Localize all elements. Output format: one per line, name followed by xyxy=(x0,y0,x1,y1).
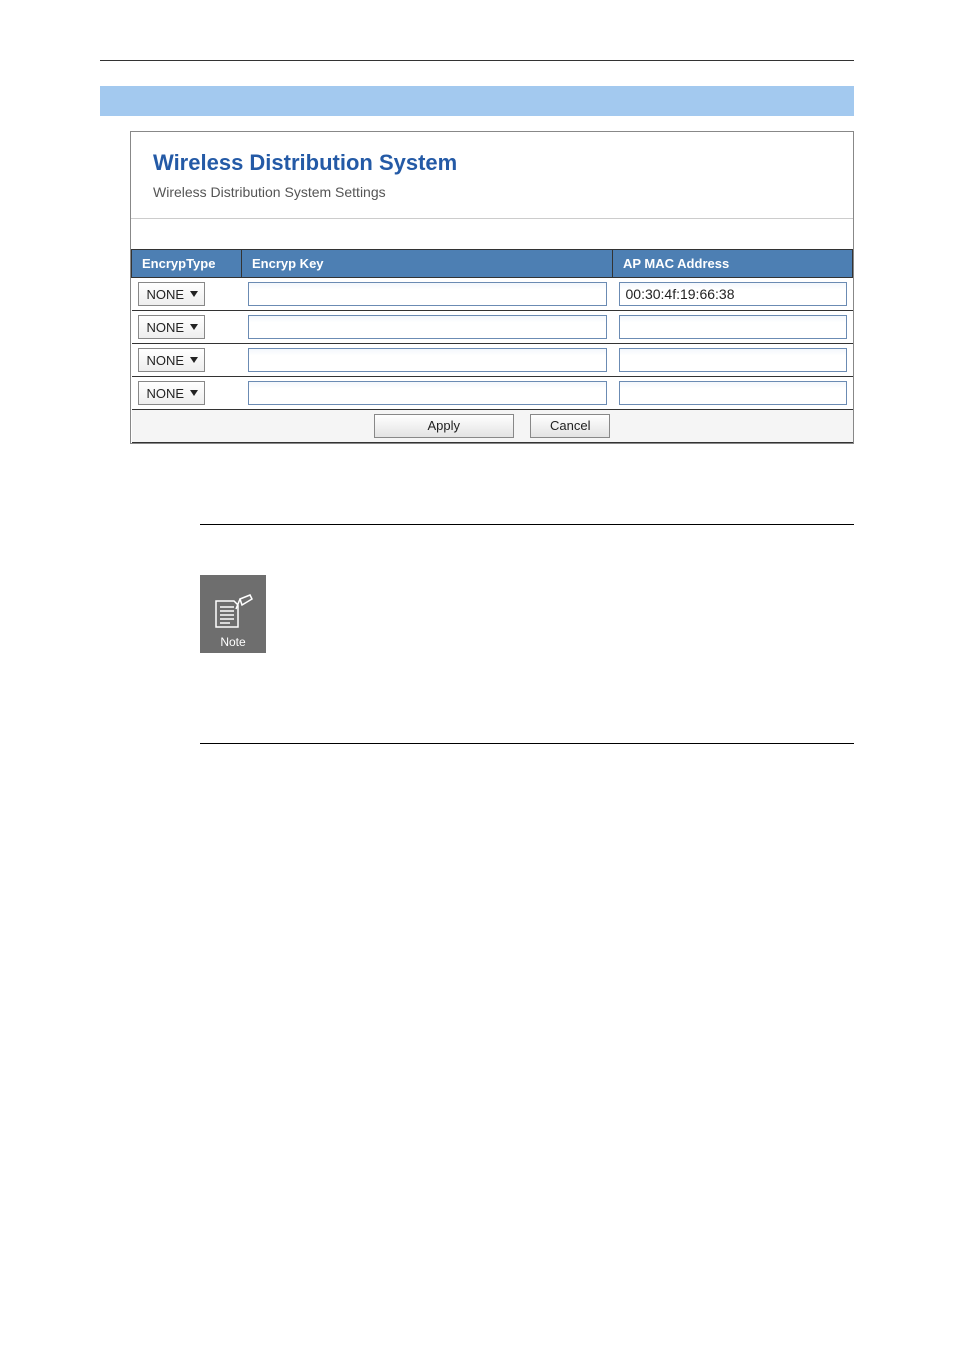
col-header-apmac: AP MAC Address xyxy=(613,250,853,278)
col-header-encryptype: EncrypType xyxy=(132,250,242,278)
table-row: NONE xyxy=(132,344,853,377)
ap-mac-input[interactable] xyxy=(619,282,847,306)
encryp-key-input[interactable] xyxy=(248,282,607,306)
chevron-down-icon xyxy=(190,291,198,297)
panel-title: Wireless Distribution System xyxy=(131,132,853,184)
table-row: NONE xyxy=(132,377,853,410)
ap-mac-input[interactable] xyxy=(619,381,847,405)
encryp-key-input[interactable] xyxy=(248,381,607,405)
header-band xyxy=(100,86,854,116)
encryp-type-select[interactable]: NONE xyxy=(138,315,206,339)
panel-divider xyxy=(131,218,853,219)
encryp-key-input[interactable] xyxy=(248,315,607,339)
encryp-type-value: NONE xyxy=(147,386,185,401)
wds-panel: Wireless Distribution System Wireless Di… xyxy=(130,131,854,444)
panel-subtitle: Wireless Distribution System Settings xyxy=(131,184,853,218)
ap-mac-input[interactable] xyxy=(619,315,847,339)
encryp-type-select[interactable]: NONE xyxy=(138,348,206,372)
ap-mac-input[interactable] xyxy=(619,348,847,372)
cancel-button[interactable]: Cancel xyxy=(530,414,610,438)
wds-table: EncrypType Encryp Key AP MAC Address NON… xyxy=(131,249,853,443)
page-top-rule xyxy=(100,60,854,61)
note-icon-label: Note xyxy=(220,635,245,649)
encryp-type-select[interactable]: NONE xyxy=(138,381,206,405)
note-icon: Note xyxy=(200,575,266,653)
table-row: NONE xyxy=(132,311,853,344)
encryp-type-select[interactable]: NONE xyxy=(138,282,206,306)
col-header-encrypkey: Encryp Key xyxy=(242,250,613,278)
encryp-type-value: NONE xyxy=(147,320,185,335)
chevron-down-icon xyxy=(190,324,198,330)
chevron-down-icon xyxy=(190,390,198,396)
table-row: NONE xyxy=(132,278,853,311)
encryp-type-value: NONE xyxy=(147,353,185,368)
note-section: Note xyxy=(200,524,854,744)
apply-button[interactable]: Apply xyxy=(374,414,514,438)
encryp-type-value: NONE xyxy=(147,287,185,302)
chevron-down-icon xyxy=(190,357,198,363)
encryp-key-input[interactable] xyxy=(248,348,607,372)
table-footer: Apply Cancel xyxy=(132,410,853,443)
